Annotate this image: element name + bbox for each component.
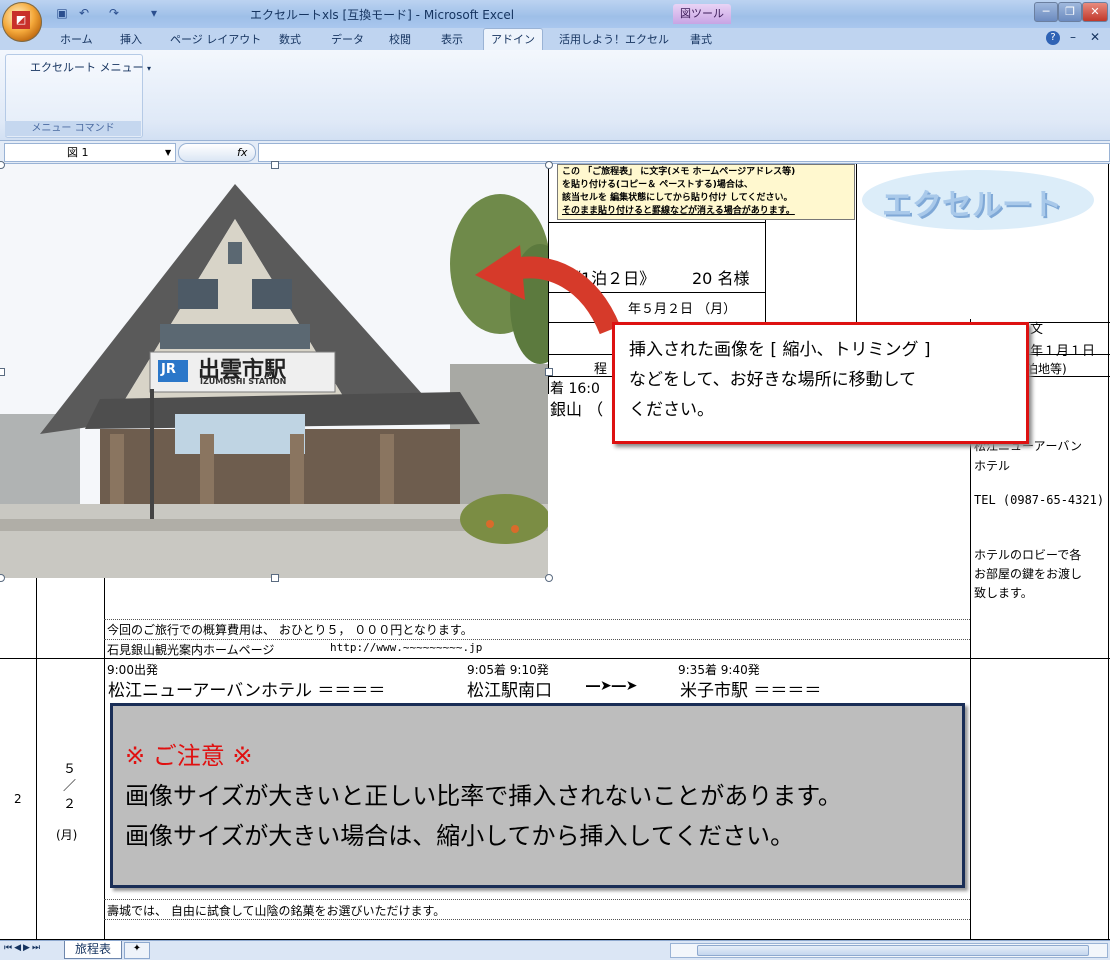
station-photo[interactable]: JR 出雲市駅 IZUMOSHI STATION [0,164,548,578]
callout-line-1: 挿入された画像を [ 縮小、トリミング ] [629,340,931,360]
office-logo-icon: ◩ [12,11,30,29]
sweets-note: 壽城では、 自由に試食して山陰の銘菓をお選びいただけます。 [107,904,446,918]
caution-line-2: 画像サイズが大きい場合は、縮小してから挿入してください。 [125,822,795,850]
minimize-button[interactable]: ─ [1034,2,1058,22]
lobby-note-2: お部屋の鍵をお渡し [974,567,1083,581]
caution-title: ※ ご注意 ※ [125,742,253,770]
excelute-menu-button[interactable]: エクセルート メニュー ▾ [30,59,151,75]
tab-review[interactable]: 校閲 [389,31,411,47]
arrive-time: 着 16:0 [550,381,600,397]
row-number: 2 [14,792,22,806]
tab-data[interactable]: データ [331,31,364,47]
memo-line-2: を貼り付ける(コピー＆ ペーストする)場合は、 [562,180,753,190]
itinerary-header: 程 [594,362,608,377]
resize-handle[interactable] [271,574,279,582]
tab-page-layout[interactable]: ページ レイアウト [170,31,261,47]
name-box[interactable]: 図 1 ▼ [4,143,176,162]
undo-icon[interactable]: ↶ [76,5,92,21]
scrollbar-thumb[interactable] [697,945,1089,956]
ginzan-text: 銀山 （ [550,400,604,419]
cost-note: 今回のご旅行での概算費用は、 おひとり５， ０００円となります。 [107,623,473,637]
horizontal-scrollbar[interactable] [670,943,1108,958]
route-destination: 米子市駅 ＝＝＝＝ [680,681,822,701]
excelute-logo: エクセルート [858,168,1104,232]
day-weekday: (月) [56,828,78,842]
paste-instructions-note: この 「ご旅程表」 に文字(メモ ホームページアドレス等) を貼り付ける(コピー… [557,164,855,220]
window-title: エクセルートxls [互換モード] - Microsoft Excel [250,8,515,22]
tab-view[interactable]: 表示 [441,31,463,47]
right-header: 文 [1030,322,1044,337]
ribbon-tab-row [0,28,1110,50]
site-url[interactable]: http://www.~~~~~~~~~.jp [330,641,482,654]
title-bar [0,0,1110,28]
instruction-callout: 挿入された画像を [ 縮小、トリミング ] などをして、お好きな場所に移動して … [612,322,1029,444]
group-label: メニュー コマンド [5,121,141,136]
caution-box: ※ ご注意 ※ 画像サイズが大きいと正しい比率で挿入されないことがあります。 画… [110,703,965,888]
resize-handle[interactable] [545,368,553,376]
redo-icon[interactable]: ↷ [106,5,122,21]
caution-line-1: 画像サイズが大きいと正しい比率で挿入されないことがあります。 [125,782,842,810]
callout-line-3: ください。 [629,400,714,420]
excelute-menu-label: エクセルート メニュー [30,61,144,74]
function-icon[interactable]: fx [237,144,247,161]
fx-pill: fx [178,143,256,162]
guest-count: 20 名様 [692,269,750,288]
save-icon[interactable]: ▣ [54,5,70,21]
memo-line-1: この 「ご旅程表」 に文字(メモ ホームページアドレス等) [562,167,796,177]
ribbon-close-icon[interactable]: ✕ [1090,30,1100,44]
lobby-note-1: ホテルのロビーで各 [974,548,1082,562]
hotel-tel: TEL (0987-65-4321) [974,493,1105,507]
trip-date: 年５月２日 （月） [628,302,737,317]
tab-insert[interactable]: 挿入 [120,31,142,47]
chevron-down-icon[interactable]: ▼ [165,144,171,161]
formula-input[interactable] [258,143,1110,162]
quick-access-dropdown-icon[interactable]: ▾ [146,5,162,21]
tab-addins[interactable]: アドイン [483,28,543,51]
picture-tools-context-tab: 図ツール [673,4,731,24]
memo-line-4: そのまま貼り付けると罫線などが消える場合があります。 [562,206,795,216]
day-day: ２ [63,797,77,812]
site-label: 石見銀山観光案内ホームページ [107,643,275,657]
help-icon[interactable]: ? [1046,31,1060,45]
sheet-tab-itinerary[interactable]: 旅程表 [64,941,122,959]
resize-handle[interactable] [0,368,5,376]
tab-home[interactable]: ホーム [60,31,93,47]
resize-handle[interactable] [271,161,279,169]
issue-date: 年１月１日 [1030,344,1096,359]
resize-handle[interactable] [545,161,553,169]
chevron-down-icon: ▾ [147,64,152,73]
route-arrow-icon: ―➤―➤ [586,678,638,694]
ribbon-panel [0,50,1110,141]
callout-line-2: などをして、お好きな場所に移動して [629,370,917,390]
close-button[interactable]: ✕ [1082,2,1108,22]
station-sign-en: IZUMOSHI STATION [200,377,287,386]
tab-formulas[interactable]: 数式 [279,31,301,47]
memo-line-3: 該当セルを 編集状態にしてから貼り付け してください。 [562,193,793,203]
insert-sheet-icon[interactable]: ✦ [124,942,150,959]
curved-arrow-icon [475,245,620,335]
route-station: 松江駅南口 [467,681,552,701]
sheet-nav-icon[interactable]: ⏮◀▶⏭ [4,943,42,953]
lobby-note-3: 致します。 [974,586,1033,600]
restore-button[interactable]: ❐ [1058,2,1082,22]
day-slash: ／ [63,779,77,794]
ribbon-minimize-icon[interactable]: – [1070,30,1076,44]
name-box-value: 図 1 [67,146,89,159]
jr-logo: JR [161,362,176,377]
hotel-name-2: ホテル [974,459,1011,473]
tab-excel-tips[interactable]: 活用しよう！エクセル [559,31,669,47]
resize-handle[interactable] [545,574,553,582]
logo-text: エクセルート [882,188,1062,223]
route-origin: 松江ニューアーバンホテル ＝＝＝＝ [108,681,386,701]
tab-format[interactable]: 書式 [690,31,712,47]
